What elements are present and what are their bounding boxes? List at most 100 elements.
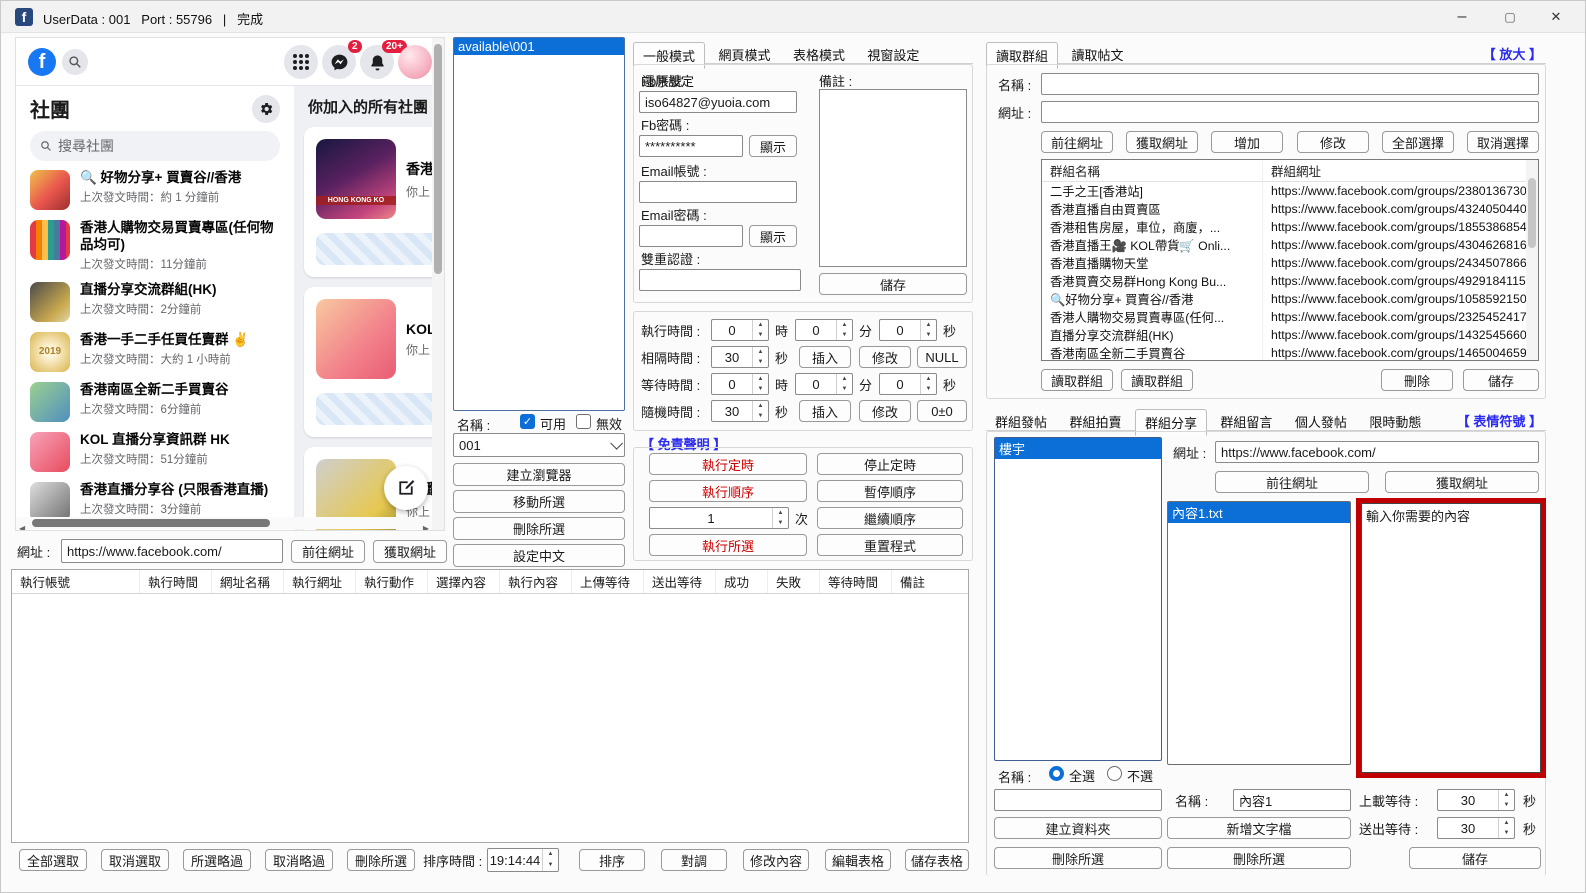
poster-url-input[interactable]: https://www.facebook.com/ bbox=[1215, 441, 1539, 463]
content-file-selected[interactable]: 內容1.txt bbox=[1168, 502, 1350, 523]
interval-spinner[interactable]: 30 bbox=[711, 346, 769, 368]
group-row[interactable]: 香港南區全新二手買賣谷 https://www.facebook.com/grou… bbox=[1042, 344, 1538, 360]
file-name-input[interactable]: 內容1 bbox=[1233, 789, 1351, 811]
delete-folder-button[interactable]: 刪除所選 bbox=[994, 847, 1162, 869]
group-row[interactable]: 香港租售房屋，車位，商廈，... https://www.facebook.com… bbox=[1042, 218, 1538, 236]
delete-file-button[interactable]: 刪除所選 bbox=[1167, 847, 1351, 869]
unskip-button[interactable]: 取消略過 bbox=[265, 849, 333, 871]
reset-program-button[interactable]: 重置程式 bbox=[817, 534, 963, 556]
new-text-file-button[interactable]: 新增文字檔 bbox=[1167, 817, 1351, 839]
get-url-button[interactable]: 獲取網址 bbox=[1126, 131, 1198, 153]
twofa-input[interactable] bbox=[639, 269, 801, 291]
run-count-spinner[interactable]: 1 bbox=[649, 507, 789, 529]
save-account-button[interactable]: 儲存 bbox=[819, 273, 967, 295]
group-row[interactable]: 香港直播購物天堂 https://www.facebook.com/groups/… bbox=[1042, 254, 1538, 272]
search-icon[interactable] bbox=[62, 49, 88, 75]
invalid-checkbox[interactable] bbox=[576, 414, 591, 429]
delete-rows-button[interactable]: 刪除所選 bbox=[347, 849, 415, 871]
add-button[interactable]: 增加 bbox=[1211, 131, 1283, 153]
vertical-scrollbar[interactable] bbox=[432, 38, 444, 530]
fb-group-item[interactable]: KOL 直播分享資訊群 HK 上次發文時間：51分鐘前 bbox=[16, 427, 294, 477]
profile-item-selected[interactable]: available\001 bbox=[454, 38, 624, 55]
available-checkbox[interactable] bbox=[520, 414, 535, 429]
reader-name-input[interactable] bbox=[1041, 73, 1539, 95]
folder-item-selected[interactable]: 樓宇 bbox=[995, 438, 1161, 459]
fb-get-url-button[interactable]: 獲取網址 bbox=[373, 540, 447, 563]
email-password-input[interactable] bbox=[639, 225, 743, 247]
emoji-link[interactable]: 【 表情符號 】 bbox=[1457, 411, 1542, 430]
run-timer-button[interactable]: 執行定時 bbox=[649, 453, 807, 475]
deselect-all-button[interactable]: 取消選擇 bbox=[1467, 131, 1539, 153]
joined-group-card[interactable]: KOL 你上 bbox=[304, 287, 434, 437]
show-fb-password-button[interactable]: 顯示 bbox=[749, 135, 797, 157]
select-none-radio-label[interactable]: 不選 bbox=[1127, 766, 1153, 785]
maximize-button[interactable] bbox=[1487, 1, 1533, 33]
content-textarea[interactable]: 輸入你需要的內容 bbox=[1361, 503, 1541, 773]
minimize-button[interactable] bbox=[1439, 1, 1485, 33]
scroll-right-icon[interactable] bbox=[423, 518, 429, 530]
upload-wait-spinner[interactable]: 30 bbox=[1437, 789, 1515, 811]
apps-grid-icon[interactable] bbox=[284, 45, 318, 79]
random-spinner[interactable]: 30 bbox=[711, 400, 769, 422]
poster-goto-url-button[interactable]: 前往網址 bbox=[1215, 471, 1369, 493]
fb-group-item[interactable]: 2019 香港一手二手任買任賣群 ✌️ 上次發文時間：大約 1 小時前 bbox=[16, 327, 294, 377]
send-wait-spinner[interactable]: 30 bbox=[1437, 817, 1515, 839]
modify-button[interactable]: 修改 bbox=[1297, 131, 1369, 153]
fb-group-item[interactable]: 香港人購物交易買賣專區(任何物品均可) 上次發文時間：11分鐘前 bbox=[16, 215, 294, 277]
note-textarea[interactable] bbox=[819, 89, 967, 267]
joined-group-card[interactable]: HONG KONG KO 香港 你上 bbox=[304, 127, 434, 277]
scrollbar-thumb[interactable] bbox=[32, 519, 270, 527]
available-checkbox-label[interactable]: 可用 bbox=[540, 414, 566, 433]
skip-selected-button[interactable]: 所選略過 bbox=[183, 849, 251, 871]
group-row[interactable]: 🔍好物分享+ 買賣谷//香港 https://www.facebook.com/g… bbox=[1042, 290, 1538, 308]
select-all-radio-label[interactable]: 全選 bbox=[1069, 766, 1095, 785]
sort-button[interactable]: 排序 bbox=[579, 849, 645, 871]
save-button[interactable]: 儲存 bbox=[1463, 369, 1539, 391]
resume-sequence-button[interactable]: 繼續順序 bbox=[817, 507, 963, 529]
group-row[interactable]: 二手之王[香港站] https://www.facebook.com/groups… bbox=[1042, 182, 1538, 200]
group-table[interactable]: 群組名稱 群組網址 二手之王[香港站] https://www.facebook.… bbox=[1041, 159, 1539, 361]
modify-button[interactable]: 修改 bbox=[859, 400, 911, 422]
group-row[interactable]: 香港直播王🎥 KOL帶貨🛒 Onli... https://www.faceboo… bbox=[1042, 236, 1538, 254]
folder-listbox[interactable]: 樓宇 bbox=[994, 437, 1162, 761]
wait-hour-spinner[interactable]: 0 bbox=[711, 373, 769, 395]
wait-min-spinner[interactable]: 0 bbox=[795, 373, 853, 395]
execution-table[interactable]: 執行帳號 執行時間 網址名稱 執行網址 執行動作 選擇內容 執行內容 上傳等待 … bbox=[11, 569, 969, 843]
read-groups-button[interactable]: 讀取群組 bbox=[1041, 369, 1113, 391]
wait-sec-spinner[interactable]: 0 bbox=[879, 373, 937, 395]
folder-name-input[interactable] bbox=[994, 789, 1162, 811]
scroll-left-icon[interactable] bbox=[19, 518, 25, 530]
create-browser-button[interactable]: 建立瀏覽器 bbox=[453, 463, 625, 486]
insert-button[interactable]: 插入 bbox=[799, 346, 851, 368]
fb-password-input[interactable]: ********** bbox=[639, 135, 743, 157]
vertical-scrollbar[interactable] bbox=[1526, 160, 1538, 360]
fb-group-item[interactable]: 🔍 好物分享+ 買賣谷//香港 上次發文時間：約 1 分鐘前 bbox=[16, 165, 294, 215]
fb-url-input[interactable]: https://www.facebook.com/ bbox=[61, 539, 283, 563]
content-file-listbox[interactable]: 內容1.txt bbox=[1167, 501, 1351, 765]
fb-goto-url-button[interactable]: 前往網址 bbox=[291, 540, 365, 563]
fb-group-item[interactable]: 直播分享交流群組(HK) 上次發文時間：2分鐘前 bbox=[16, 277, 294, 327]
profile-avatar[interactable] bbox=[398, 45, 432, 79]
set-chinese-button[interactable]: 設定中文 bbox=[453, 544, 625, 567]
goto-url-button[interactable]: 前往網址 bbox=[1041, 131, 1113, 153]
group-search-input[interactable]: 搜尋社團 bbox=[30, 131, 280, 161]
edit-content-button[interactable]: 修改內容 bbox=[743, 849, 809, 871]
stop-timer-button[interactable]: 停止定時 bbox=[817, 453, 963, 475]
move-selected-button[interactable]: 移動所選 bbox=[453, 490, 625, 513]
group-row[interactable]: 香港直播自由買賣區 https://www.facebook.com/groups… bbox=[1042, 200, 1538, 218]
select-all-rows-button[interactable]: 全部選取 bbox=[19, 849, 87, 871]
scrollbar-thumb[interactable] bbox=[434, 44, 442, 274]
delete-selected-button[interactable]: 刪除所選 bbox=[453, 517, 625, 540]
email-account-input[interactable] bbox=[639, 181, 797, 203]
exec-min-spinner[interactable]: 0 bbox=[795, 319, 853, 341]
select-none-radio[interactable] bbox=[1107, 766, 1122, 781]
group-row[interactable]: 直播分享交流群組(HK) https://www.facebook.com/gro… bbox=[1042, 326, 1538, 344]
group-row[interactable]: 香港人購物交易買賣專區(任何... https://www.facebook.co… bbox=[1042, 308, 1538, 326]
profile-select-dropdown[interactable]: 001 bbox=[453, 433, 625, 457]
gear-icon[interactable] bbox=[252, 94, 280, 123]
show-email-password-button[interactable]: 顯示 bbox=[749, 225, 797, 247]
profile-listbox[interactable]: available\001 bbox=[453, 37, 625, 411]
horizontal-scrollbar[interactable] bbox=[16, 517, 432, 529]
select-all-button[interactable]: 全部選擇 bbox=[1382, 131, 1454, 153]
swap-button[interactable]: 對調 bbox=[661, 849, 727, 871]
